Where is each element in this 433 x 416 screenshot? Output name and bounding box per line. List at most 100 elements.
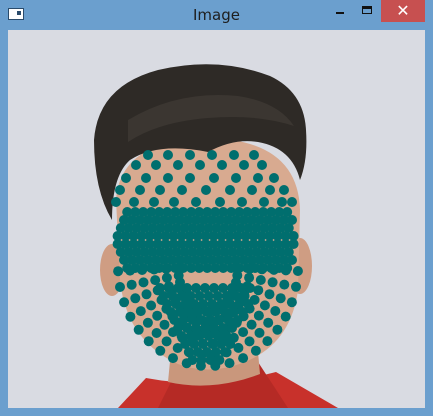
landmark-point bbox=[138, 277, 149, 288]
landmark-point bbox=[168, 353, 178, 364]
landmark-point bbox=[126, 279, 137, 290]
landmark-point bbox=[161, 336, 172, 347]
landmark-point bbox=[177, 185, 187, 195]
landmark-point bbox=[151, 328, 162, 338]
landmark-point bbox=[253, 310, 264, 321]
landmark-point bbox=[244, 336, 255, 347]
landmark-point bbox=[159, 319, 170, 330]
landmark-point bbox=[141, 289, 152, 300]
minimize-button[interactable] bbox=[327, 0, 353, 22]
landmark-point bbox=[214, 355, 225, 365]
landmark-point bbox=[279, 279, 290, 290]
landmark-point bbox=[143, 336, 154, 347]
landmark-point bbox=[195, 160, 205, 170]
landmark-point bbox=[255, 275, 266, 285]
landmark-point bbox=[225, 185, 235, 195]
landmark-point bbox=[173, 263, 183, 274]
landmark-point bbox=[169, 197, 179, 207]
landmark-point bbox=[262, 336, 273, 347]
app-window: Image ✕ bbox=[0, 0, 433, 416]
landmark-point bbox=[231, 173, 241, 183]
landmark-point bbox=[291, 281, 301, 292]
close-button[interactable]: ✕ bbox=[381, 0, 425, 22]
landmark-point bbox=[191, 197, 201, 207]
landmark-point bbox=[130, 293, 141, 304]
landmark-point bbox=[268, 264, 279, 275]
landmark-point bbox=[115, 185, 125, 195]
landmark-point bbox=[259, 300, 270, 311]
landmark-point bbox=[201, 185, 211, 195]
landmark-point bbox=[149, 197, 159, 207]
landmark-point bbox=[146, 300, 157, 311]
landmark-point bbox=[163, 150, 173, 160]
landmark-point bbox=[265, 185, 275, 195]
landmark-point bbox=[280, 311, 291, 322]
title-bar[interactable]: Image ✕ bbox=[0, 0, 433, 30]
landmark-point bbox=[207, 150, 217, 160]
landmark-point bbox=[209, 173, 219, 183]
landmark-point bbox=[185, 173, 195, 183]
landmark-point bbox=[247, 185, 257, 195]
landmark-point bbox=[129, 197, 139, 207]
landmark-point bbox=[113, 266, 124, 277]
landmark-point bbox=[217, 160, 227, 170]
landmark-point bbox=[185, 150, 195, 160]
landmark-point bbox=[115, 282, 125, 292]
landmark-point bbox=[111, 197, 121, 207]
landmark-point bbox=[149, 264, 160, 275]
landmark-point bbox=[239, 160, 249, 170]
landmark-point bbox=[215, 197, 225, 207]
landmark-point bbox=[244, 263, 255, 274]
landmark-point bbox=[292, 266, 303, 276]
landmark-point bbox=[161, 272, 172, 283]
landmark-point bbox=[254, 327, 265, 338]
landmark-point bbox=[131, 160, 141, 170]
face-photo bbox=[8, 30, 425, 408]
landmark-point bbox=[259, 197, 269, 207]
landmark-point bbox=[205, 355, 216, 365]
landmark-point bbox=[125, 311, 136, 322]
landmark-point bbox=[267, 277, 278, 288]
landmark-point bbox=[272, 324, 283, 335]
landmark-point bbox=[264, 289, 275, 300]
landmark-point bbox=[137, 265, 148, 275]
landmark-point bbox=[256, 264, 267, 275]
landmark-point bbox=[119, 297, 130, 308]
landmark-point bbox=[275, 293, 286, 304]
landmark-point bbox=[133, 324, 144, 335]
landmark-point bbox=[152, 310, 163, 321]
landmark-point bbox=[121, 173, 131, 183]
landmark-point bbox=[238, 353, 249, 364]
image-canvas bbox=[8, 30, 425, 408]
close-icon: ✕ bbox=[396, 1, 410, 20]
landmark-point bbox=[270, 306, 281, 316]
landmark-point bbox=[279, 185, 289, 195]
landmark-point bbox=[249, 150, 259, 160]
landmark-point bbox=[141, 173, 151, 183]
landmark-point bbox=[257, 160, 267, 170]
maximize-icon bbox=[362, 6, 372, 14]
landmark-point bbox=[287, 197, 297, 207]
landmark-point bbox=[269, 173, 279, 183]
landmark-point bbox=[155, 185, 165, 195]
landmark-point bbox=[246, 319, 257, 330]
landmark-point bbox=[237, 197, 247, 207]
landmark-point bbox=[250, 345, 261, 356]
landmark-point bbox=[135, 185, 145, 195]
landmark-point bbox=[229, 150, 239, 160]
landmark-point bbox=[161, 263, 172, 274]
landmark-point bbox=[286, 297, 297, 308]
landmark-point bbox=[163, 173, 173, 183]
landmark-point bbox=[125, 265, 136, 276]
landmark-point bbox=[196, 355, 207, 365]
minimize-icon bbox=[336, 12, 344, 14]
landmark-point bbox=[238, 327, 249, 338]
landmark-point bbox=[277, 197, 287, 207]
landmark-point bbox=[280, 265, 291, 276]
landmark-point bbox=[151, 160, 161, 170]
landmark-point bbox=[142, 317, 153, 328]
landmark-point bbox=[224, 358, 235, 369]
landmark-point bbox=[187, 355, 198, 365]
maximize-button[interactable] bbox=[354, 0, 380, 22]
landmark-point bbox=[253, 173, 263, 183]
